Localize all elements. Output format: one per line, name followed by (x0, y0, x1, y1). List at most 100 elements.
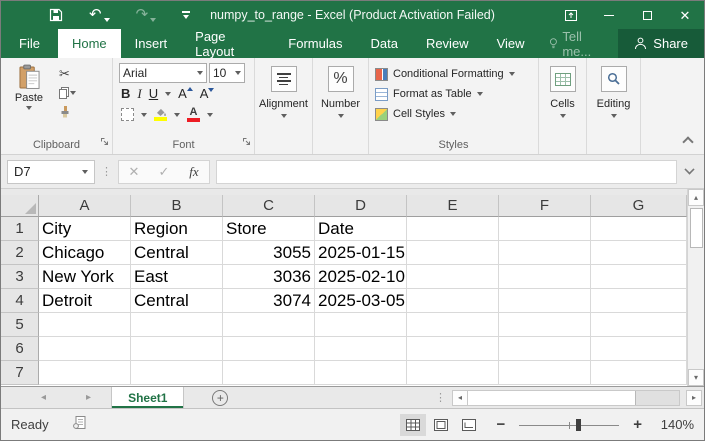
cell-G5[interactable] (591, 313, 687, 337)
cell-C5[interactable] (223, 313, 315, 337)
horizontal-scroll-track[interactable] (468, 390, 680, 406)
cell-B7[interactable] (131, 361, 223, 385)
cell-B6[interactable] (131, 337, 223, 361)
undo-button[interactable]: ↶ (89, 8, 110, 22)
cell-F5[interactable] (499, 313, 591, 337)
grow-font-button[interactable]: A (178, 86, 193, 101)
previous-sheet-button[interactable]: ◂ (41, 392, 46, 403)
close-button[interactable]: ✕ (666, 1, 704, 29)
name-box[interactable]: D7 (7, 160, 95, 184)
tell-me-box[interactable]: Tell me... (539, 29, 619, 58)
column-header-D[interactable]: D (315, 195, 407, 217)
zoom-level[interactable]: 140% (656, 417, 694, 432)
zoom-slider-thumb[interactable] (576, 419, 581, 431)
cell-E5[interactable] (407, 313, 499, 337)
tab-file[interactable]: File (1, 29, 58, 58)
insert-function-button[interactable]: fx (179, 164, 209, 180)
cell-G1[interactable] (591, 217, 687, 241)
cell-F2[interactable] (499, 241, 591, 265)
scroll-left-button[interactable]: ◂ (452, 390, 468, 406)
redo-button[interactable]: ↷ (136, 8, 157, 22)
enter-entry-button[interactable]: ✓ (149, 164, 179, 180)
zoom-slider[interactable] (519, 418, 619, 432)
redo-dropdown-icon[interactable] (150, 18, 156, 22)
tab-review[interactable]: Review (412, 29, 483, 58)
cell-E6[interactable] (407, 337, 499, 361)
tab-formulas[interactable]: Formulas (274, 29, 356, 58)
horizontal-scroll-thumb[interactable] (468, 391, 636, 405)
underline-dropdown-icon[interactable] (165, 92, 171, 96)
cell-B1[interactable]: Region (131, 217, 223, 241)
cell-E7[interactable] (407, 361, 499, 385)
column-header-A[interactable]: A (39, 195, 131, 217)
alignment-group[interactable]: Alignment (255, 58, 313, 154)
editing-dropdown-icon[interactable] (611, 114, 617, 118)
format-painter-button[interactable] (59, 104, 76, 119)
column-header-F[interactable]: F (499, 195, 591, 217)
editing-group[interactable]: Editing (587, 58, 641, 154)
cell-E2[interactable] (407, 241, 499, 265)
next-sheet-button[interactable]: ▸ (86, 392, 91, 403)
tab-home[interactable]: Home (58, 29, 121, 58)
conditional-formatting-button[interactable]: Conditional Formatting (375, 64, 538, 84)
borders-dropdown-icon[interactable] (141, 113, 147, 117)
number-group[interactable]: % Number (313, 58, 369, 154)
cell-A1[interactable]: City (39, 217, 131, 241)
cell-B3[interactable]: East (131, 265, 223, 289)
cell-B4[interactable]: Central (131, 289, 223, 313)
cell-G7[interactable] (591, 361, 687, 385)
row-header-1[interactable]: 1 (1, 217, 39, 241)
fill-color-button[interactable] (154, 108, 167, 121)
font-color-dropdown-icon[interactable] (207, 113, 213, 117)
cell-A7[interactable] (39, 361, 131, 385)
cell-F3[interactable] (499, 265, 591, 289)
cell-C2[interactable]: 3055 (223, 241, 315, 265)
page-layout-view-button[interactable] (428, 414, 454, 436)
cell-D3[interactable]: 2025-02-10 (315, 265, 407, 289)
cell-F7[interactable] (499, 361, 591, 385)
italic-button[interactable]: I (137, 86, 141, 102)
macro-record-button[interactable] (73, 416, 86, 434)
borders-button[interactable] (121, 108, 134, 121)
number-dropdown-icon[interactable] (338, 114, 344, 118)
tab-data[interactable]: Data (356, 29, 411, 58)
cells-group[interactable]: Cells (539, 58, 587, 154)
cell-styles-button[interactable]: Cell Styles (375, 104, 538, 124)
cell-D4[interactable]: 2025-03-05 (315, 289, 407, 313)
tab-page-layout[interactable]: Page Layout (181, 29, 274, 58)
customize-qat-button[interactable] (182, 11, 190, 19)
page-break-preview-button[interactable] (456, 414, 482, 436)
format-as-table-button[interactable]: Format as Table (375, 84, 538, 104)
cell-E1[interactable] (407, 217, 499, 241)
formula-input[interactable] (216, 160, 677, 184)
cancel-entry-button[interactable]: ✕ (119, 164, 149, 180)
expand-formula-bar-icon[interactable] (684, 164, 694, 174)
cell-A2[interactable]: Chicago (39, 241, 131, 265)
row-header-3[interactable]: 3 (1, 265, 39, 289)
fill-color-dropdown-icon[interactable] (174, 113, 180, 117)
scroll-up-button[interactable]: ▴ (688, 189, 704, 206)
cell-F4[interactable] (499, 289, 591, 313)
select-all-corner[interactable] (1, 195, 39, 217)
underline-button[interactable]: U (149, 86, 158, 101)
minimize-button[interactable] (590, 1, 628, 29)
column-header-B[interactable]: B (131, 195, 223, 217)
cell-F6[interactable] (499, 337, 591, 361)
cell-C3[interactable]: 3036 (223, 265, 315, 289)
save-button[interactable] (49, 8, 63, 22)
normal-view-button[interactable] (400, 414, 426, 436)
cell-E3[interactable] (407, 265, 499, 289)
row-header-5[interactable]: 5 (1, 313, 39, 337)
cell-F1[interactable] (499, 217, 591, 241)
ribbon-display-options-button[interactable] (552, 1, 590, 29)
undo-dropdown-icon[interactable] (104, 18, 110, 22)
name-box-dropdown-icon[interactable] (82, 170, 88, 174)
share-button[interactable]: Share (618, 29, 704, 58)
cell-E4[interactable] (407, 289, 499, 313)
cell-B2[interactable]: Central (131, 241, 223, 265)
cell-C6[interactable] (223, 337, 315, 361)
new-sheet-button[interactable]: + (212, 390, 228, 406)
cell-C1[interactable]: Store (223, 217, 315, 241)
cell-D2[interactable]: 2025-01-15 (315, 241, 407, 265)
tab-view[interactable]: View (483, 29, 539, 58)
